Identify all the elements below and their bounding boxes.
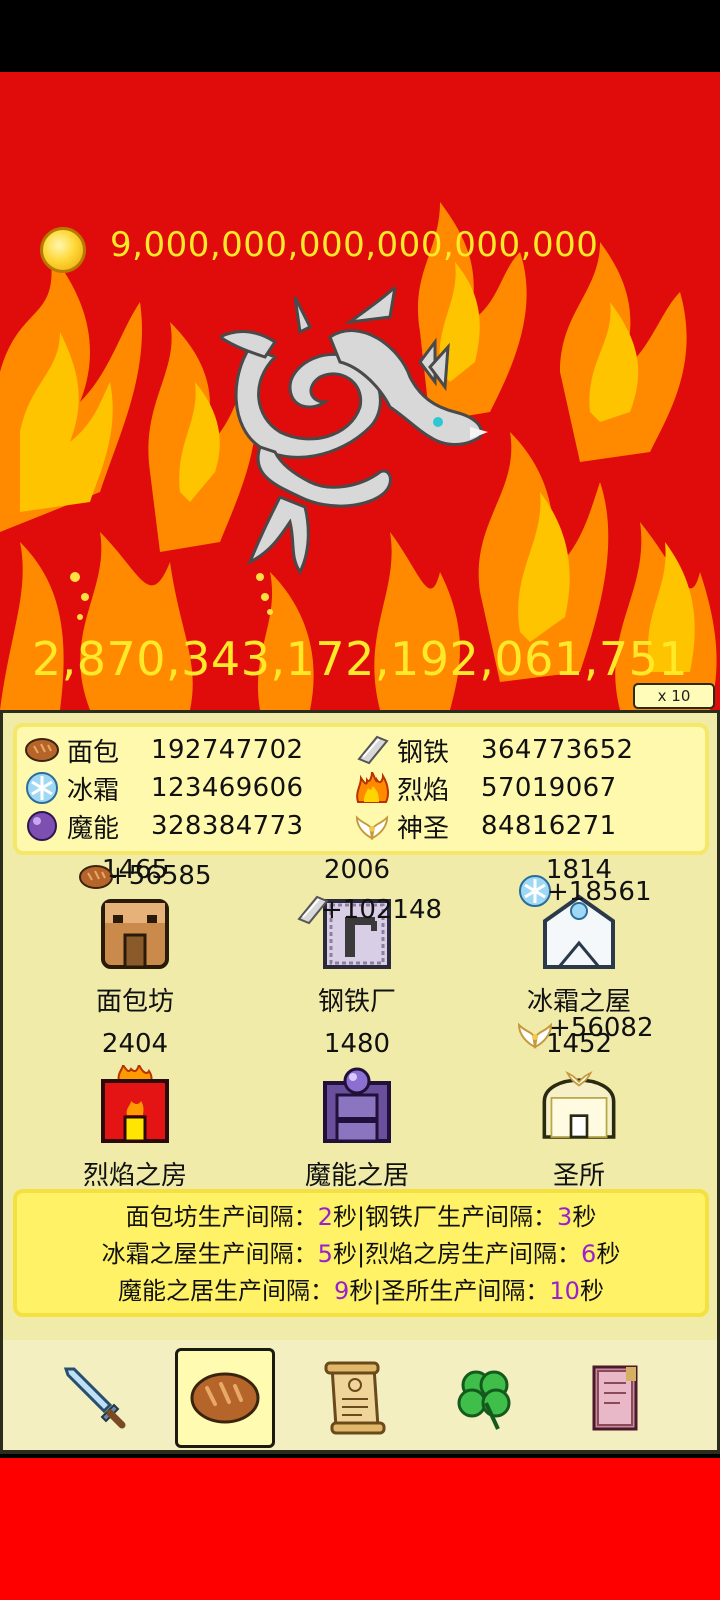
resource-row: 魔能 328384773 神圣 84816271 <box>17 807 705 845</box>
interval-seconds: 9 <box>334 1277 350 1305</box>
angel-wings-icon <box>517 1019 553 1053</box>
production-interval-info: 面包坊生产间隔：2秒|钢铁厂生产间隔：3秒 冰霜之屋生产间隔：5秒|烈焰之房生产… <box>13 1189 709 1317</box>
interval-seconds: 6 <box>581 1240 597 1268</box>
gold-coin-icon <box>40 227 86 273</box>
resource-name: 烈焰 <box>397 775 450 806</box>
building-flame-house[interactable]: 2404 烈焰之房 <box>45 1029 225 1192</box>
building-name: 钢铁厂 <box>317 987 396 1017</box>
status-bar <box>0 0 720 72</box>
interval-text: 秒|钢铁厂生产间隔： <box>332 1203 558 1231</box>
interval-seconds: 3 <box>557 1203 573 1231</box>
battle-scene[interactable]: 9,000,000,000,000,000,000 2,870,343,172,… <box>0 72 720 710</box>
nav-scroll-tab[interactable] <box>305 1348 405 1448</box>
multiplier-button[interactable]: x 10 <box>633 683 715 709</box>
magic-dwelling-icon <box>323 1067 391 1143</box>
building-steelworks[interactable]: 2006 钢铁厂 <box>267 855 447 1018</box>
resource-row: 面包 192747702 钢铁 364773652 <box>17 731 705 769</box>
bakery-icon <box>101 899 169 969</box>
building-name: 圣所 <box>552 1161 605 1191</box>
flame-house-icon <box>101 1061 169 1143</box>
interval-line-1: 面包坊生产间隔：2秒|钢铁厂生产间隔：3秒 <box>17 1199 705 1236</box>
resource-summary: 面包 192747702 钢铁 364773652 冰霜 123469606 烈… <box>13 723 709 855</box>
book-icon <box>592 1365 638 1431</box>
interval-text: 秒 <box>596 1240 621 1268</box>
building-magic-dwelling[interactable]: 1480 魔能之居 <box>267 1029 447 1192</box>
interval-line-3: 魔能之居生产间隔：9秒|圣所生产间隔：10秒 <box>17 1273 705 1310</box>
magic-orb-icon <box>25 809 59 843</box>
coin-amount: 9,000,000,000,000,000,000 <box>110 225 599 265</box>
building-grid: 1465 面包坊 2006 钢铁厂 1814 冰霜之屋 2404 烈焰之房 14… <box>3 855 720 1191</box>
interval-text: 秒 <box>579 1277 604 1305</box>
building-name: 烈焰之房 <box>82 1161 187 1191</box>
interval-text: 秒|烈焰之房生产间隔： <box>332 1240 582 1268</box>
production-popup: +56585 <box>107 861 212 891</box>
bread-icon <box>25 733 59 767</box>
resource-value: 123469606 <box>151 773 304 803</box>
nav-clover-tab[interactable] <box>435 1348 535 1448</box>
clover-icon <box>457 1370 511 1430</box>
resource-value: 84816271 <box>481 811 617 841</box>
resource-flame: 烈焰 57019067 <box>355 769 617 807</box>
building-name: 面包坊 <box>95 987 174 1017</box>
interval-seconds: 2 <box>317 1203 333 1231</box>
building-count: 2006 <box>323 855 391 885</box>
building-name: 魔能之居 <box>304 1161 409 1191</box>
production-popup: +102148 <box>321 895 443 925</box>
angel-wings-icon <box>355 809 389 843</box>
steel-ingot-icon <box>355 733 389 767</box>
resource-value: 328384773 <box>151 811 304 841</box>
building-count: 2404 <box>101 1029 169 1059</box>
building-count: 1480 <box>323 1029 391 1059</box>
bread-icon <box>190 1372 260 1424</box>
white-dragon-enemy[interactable] <box>220 287 500 577</box>
resource-panel: 面包 192747702 钢铁 364773652 冰霜 123469606 烈… <box>0 710 720 1350</box>
interval-text: 面包坊生产间隔： <box>125 1203 318 1231</box>
nav-book-tab[interactable] <box>565 1348 665 1448</box>
resource-bread: 面包 192747702 <box>25 731 303 769</box>
scroll-icon <box>324 1361 386 1435</box>
snowflake-icon <box>25 771 59 805</box>
building-sanctuary[interactable]: 1452 圣所 <box>489 1029 669 1192</box>
sanctuary-icon <box>542 1071 616 1139</box>
bottom-nav <box>0 1340 720 1454</box>
production-popup: +18561 <box>547 877 652 907</box>
production-popup: +56082 <box>549 1013 654 1043</box>
resource-name: 冰霜 <box>67 775 120 806</box>
resource-holy: 神圣 84816271 <box>355 807 617 845</box>
sword-icon <box>63 1367 126 1429</box>
resource-value: 57019067 <box>481 773 617 803</box>
nav-bread-tab[interactable] <box>175 1348 275 1448</box>
damage-counter: 2,870,343,172,192,061,751 <box>31 632 689 686</box>
bottom-banner <box>0 1458 720 1600</box>
resource-magic: 魔能 328384773 <box>25 807 303 845</box>
interval-seconds: 10 <box>549 1277 580 1305</box>
interval-text: 秒|圣所生产间隔： <box>349 1277 550 1305</box>
resource-name: 魔能 <box>67 813 120 844</box>
resource-row: 冰霜 123469606 烈焰 57019067 <box>17 769 705 807</box>
resource-value: 364773652 <box>481 735 634 765</box>
resource-value: 192747702 <box>151 735 304 765</box>
interval-text: 秒 <box>572 1203 597 1231</box>
resource-steel: 钢铁 364773652 <box>355 731 633 769</box>
resource-frost: 冰霜 123469606 <box>25 769 303 807</box>
interval-text: 冰霜之屋生产间隔： <box>101 1240 318 1268</box>
interval-line-2: 冰霜之屋生产间隔：5秒|烈焰之房生产间隔：6秒 <box>17 1236 705 1273</box>
interval-text: 魔能之居生产间隔： <box>118 1277 335 1305</box>
flame-icon <box>355 771 389 805</box>
resource-name: 神圣 <box>397 813 450 844</box>
resource-name: 面包 <box>67 737 120 768</box>
nav-sword-tab[interactable] <box>45 1348 145 1448</box>
interval-seconds: 5 <box>317 1240 333 1268</box>
resource-name: 钢铁 <box>397 737 450 768</box>
